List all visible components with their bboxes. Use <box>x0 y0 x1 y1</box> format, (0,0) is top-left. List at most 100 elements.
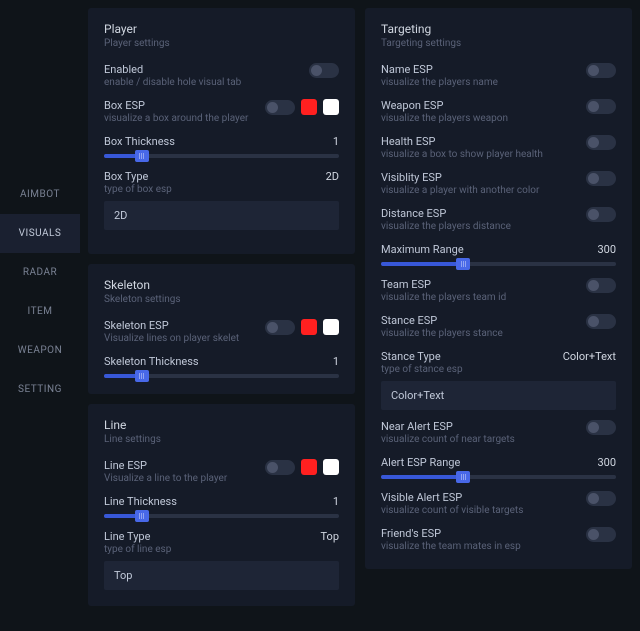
visibility-esp-row: Visiblity ESP visualize a player with an… <box>381 171 616 197</box>
near-alert-row: Near Alert ESP visualize count of near t… <box>381 420 616 446</box>
panel-title: Targeting <box>381 22 616 36</box>
name-esp-row: Name ESP visualize the players name <box>381 63 616 89</box>
box-thickness-row: Box Thickness 1 <box>104 135 339 158</box>
skeleton-esp-row: Skeleton ESP Visualize lines on player s… <box>104 319 339 345</box>
near-alert-toggle[interactable] <box>586 420 616 435</box>
weapon-esp-toggle[interactable] <box>586 99 616 114</box>
box-esp-toggle[interactable] <box>265 100 295 115</box>
friends-esp-toggle[interactable] <box>586 527 616 542</box>
line-esp-toggle[interactable] <box>265 460 295 475</box>
setting-description: visualize the team mates in esp <box>381 541 586 552</box>
setting-label: Team ESP <box>381 278 586 291</box>
line-thickness-slider[interactable] <box>104 514 339 518</box>
slider-value: 300 <box>597 456 616 469</box>
player-panel: Player Player settings Enabled enable / … <box>88 8 355 254</box>
setting-label: Enabled <box>104 63 309 76</box>
color-swatch-white[interactable] <box>323 459 339 475</box>
setting-description: Visualize lines on player skelet <box>104 333 265 344</box>
panel-title: Skeleton <box>104 278 339 292</box>
panel-subtitle: Line settings <box>104 434 339 445</box>
box-type-select[interactable]: 2D <box>104 201 339 230</box>
line-type-select[interactable]: Top <box>104 561 339 590</box>
sidebar-item-item[interactable]: ITEM <box>0 292 80 331</box>
skeleton-thickness-row: Skeleton Thickness 1 <box>104 355 339 378</box>
skeleton-esp-toggle[interactable] <box>265 320 295 335</box>
visibility-esp-toggle[interactable] <box>586 171 616 186</box>
color-swatch-white[interactable] <box>323 319 339 335</box>
alert-range-slider[interactable] <box>381 475 616 479</box>
box-thickness-slider[interactable] <box>104 154 339 158</box>
sidebar-item-setting[interactable]: SETTING <box>0 370 80 409</box>
enabled-row: Enabled enable / disable hole visual tab <box>104 63 339 89</box>
slider-value: 1 <box>333 495 339 508</box>
panel-subtitle: Player settings <box>104 38 339 49</box>
setting-description: visualize the players team id <box>381 292 586 303</box>
box-type-row: Box Type type of box esp 2D 2D <box>104 170 339 230</box>
setting-label: Distance ESP <box>381 207 586 220</box>
setting-description: type of stance esp <box>381 364 463 375</box>
team-esp-toggle[interactable] <box>586 278 616 293</box>
setting-label: Box ESP <box>104 99 265 112</box>
stance-esp-toggle[interactable] <box>586 314 616 329</box>
stance-esp-row: Stance ESP visualize the players stance <box>381 314 616 340</box>
setting-label: Line Type <box>104 530 171 543</box>
distance-esp-row: Distance ESP visualize the players dista… <box>381 207 616 233</box>
stance-type-select[interactable]: Color+Text <box>381 381 616 410</box>
setting-description: enable / disable hole visual tab <box>104 77 309 88</box>
sidebar: AIMBOT VISUALS RADAR ITEM WEAPON SETTING <box>0 0 80 631</box>
panel-title: Line <box>104 418 339 432</box>
color-swatch-white[interactable] <box>323 99 339 115</box>
line-thickness-row: Line Thickness 1 <box>104 495 339 518</box>
slider-label: Line Thickness <box>104 495 177 508</box>
alert-range-row: Alert ESP Range 300 <box>381 456 616 479</box>
setting-description: type of box esp <box>104 184 172 195</box>
setting-label: Weapon ESP <box>381 99 586 112</box>
setting-label: Health ESP <box>381 135 586 148</box>
setting-description: visualize the players name <box>381 77 586 88</box>
slider-value: 1 <box>333 135 339 148</box>
panel-subtitle: Skeleton settings <box>104 294 339 305</box>
targeting-panel: Targeting Targeting settings Name ESP vi… <box>365 8 632 569</box>
stance-type-row: Stance Type type of stance esp Color+Tex… <box>381 350 616 410</box>
enabled-toggle[interactable] <box>309 63 339 78</box>
skeleton-panel: Skeleton Skeleton settings Skeleton ESP … <box>88 264 355 394</box>
color-swatch-red[interactable] <box>301 459 317 475</box>
slider-label: Box Thickness <box>104 135 175 148</box>
friends-esp-row: Friend's ESP visualize the team mates in… <box>381 527 616 553</box>
select-value: Color+Text <box>563 350 616 375</box>
select-value: 2D <box>326 170 339 195</box>
setting-description: visualize a box to show player health <box>381 149 586 160</box>
panel-subtitle: Targeting settings <box>381 38 616 49</box>
weapon-esp-row: Weapon ESP visualize the players weapon <box>381 99 616 125</box>
sidebar-item-visuals[interactable]: VISUALS <box>0 214 80 253</box>
sidebar-item-weapon[interactable]: WEAPON <box>0 331 80 370</box>
right-column: Targeting Targeting settings Name ESP vi… <box>365 8 632 631</box>
color-swatch-red[interactable] <box>301 319 317 335</box>
visible-alert-toggle[interactable] <box>586 491 616 506</box>
team-esp-row: Team ESP visualize the players team id <box>381 278 616 304</box>
panel-title: Player <box>104 22 339 36</box>
visible-alert-row: Visible Alert ESP visualize count of vis… <box>381 491 616 517</box>
select-value: Top <box>321 530 339 555</box>
slider-label: Skeleton Thickness <box>104 355 199 368</box>
sidebar-item-aimbot[interactable]: AIMBOT <box>0 175 80 214</box>
slider-value: 300 <box>597 243 616 256</box>
setting-description: visualize the players weapon <box>381 113 586 124</box>
name-esp-toggle[interactable] <box>586 63 616 78</box>
sidebar-item-radar[interactable]: RADAR <box>0 253 80 292</box>
skeleton-thickness-slider[interactable] <box>104 374 339 378</box>
setting-description: visualize count of near targets <box>381 434 586 445</box>
line-esp-row: Line ESP Visualize a line to the player <box>104 459 339 485</box>
setting-label: Stance Type <box>381 350 463 363</box>
setting-label: Friend's ESP <box>381 527 586 540</box>
distance-esp-toggle[interactable] <box>586 207 616 222</box>
setting-label: Line ESP <box>104 459 265 472</box>
slider-label: Alert ESP Range <box>381 456 460 469</box>
slider-value: 1 <box>333 355 339 368</box>
setting-description: visualize a player with another color <box>381 185 586 196</box>
max-range-slider[interactable] <box>381 262 616 266</box>
setting-label: Stance ESP <box>381 314 586 327</box>
left-column: Player Player settings Enabled enable / … <box>88 8 355 631</box>
health-esp-toggle[interactable] <box>586 135 616 150</box>
color-swatch-red[interactable] <box>301 99 317 115</box>
